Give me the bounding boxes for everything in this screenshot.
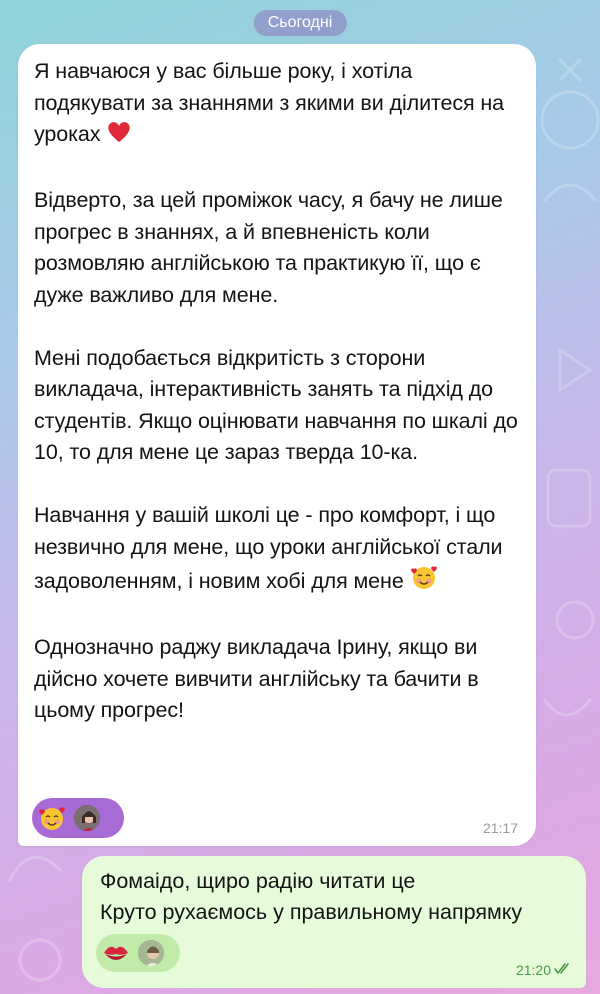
outgoing-message-bubble[interactable]: Фомаідо, щиро радію читати це Круто руха… [82, 856, 586, 988]
message-paragraph: Я навчаюся у вас більше року, і хотіла п… [34, 56, 520, 154]
message-line: Фомаідо, щиро радію читати це [100, 869, 416, 893]
reactor-avatar[interactable] [72, 803, 102, 833]
smiling-face-with-hearts-icon [410, 563, 438, 601]
incoming-reactions[interactable] [32, 798, 124, 838]
date-separator: Сьогодні [253, 10, 347, 36]
message-timestamp-group: 21:20 [516, 962, 572, 978]
outgoing-reactions[interactable] [96, 934, 180, 972]
message-paragraph: Навчання у вашій школі це - про комфорт,… [34, 500, 520, 601]
message-paragraph: Однозначно раджу викладача Ірину, якщо в… [34, 635, 479, 722]
message-line: Круто рухаємось у правильному напрямку [100, 900, 523, 924]
message-timestamp: 21:17 [482, 820, 518, 836]
kiss-mark-icon[interactable] [102, 939, 130, 967]
smiling-face-with-hearts-icon[interactable] [38, 804, 66, 832]
reactor-avatar[interactable] [136, 938, 166, 968]
red-heart-icon [106, 120, 132, 154]
incoming-message-bubble[interactable]: Я навчаюся у вас більше року, і хотіла п… [18, 44, 536, 846]
message-paragraph: Мені подобається відкритість з сторони в… [34, 345, 518, 465]
double-check-icon [554, 962, 572, 978]
message-timestamp: 21:20 [515, 962, 551, 978]
message-paragraph: Відверто, за цей проміжок часу, я бачу н… [34, 188, 503, 307]
